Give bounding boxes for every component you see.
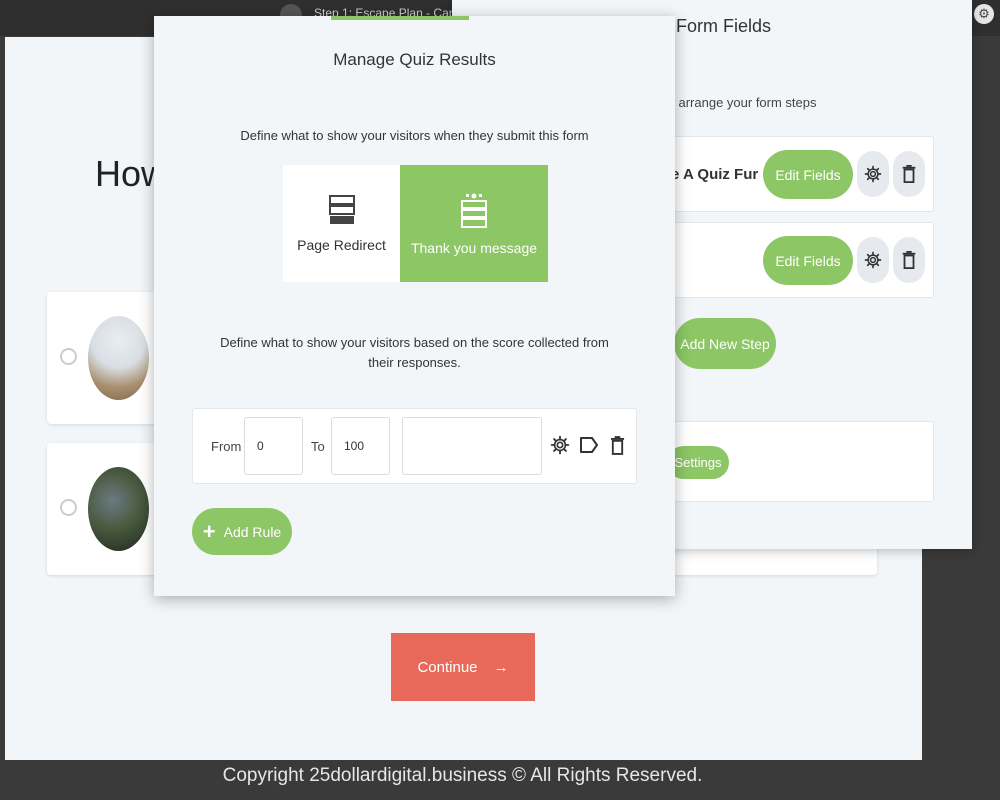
- add-rule-button[interactable]: + Add Rule: [192, 508, 292, 555]
- footer-copyright: Copyright 25dollardigital.business © All…: [222, 765, 703, 786]
- thank-you-label: Thank you message: [410, 239, 538, 256]
- arrow-right-icon: →: [493, 658, 509, 676]
- score-rules-text: Define what to show your visitors based …: [220, 335, 609, 370]
- continue-label: Continue: [417, 658, 478, 676]
- plus-icon: +: [202, 518, 216, 544]
- tag-icon[interactable]: [578, 434, 600, 456]
- score-rule-row: From To: [192, 408, 637, 484]
- option-photo: [88, 316, 149, 400]
- from-score-input[interactable]: [244, 417, 303, 475]
- gear-icon[interactable]: [857, 237, 889, 283]
- modal-title: Manage Quiz Results: [333, 50, 496, 69]
- page-redirect-label: Page Redirect: [297, 236, 386, 253]
- gear-icon[interactable]: ⚙: [974, 4, 994, 24]
- gear-icon[interactable]: [857, 151, 889, 197]
- page-redirect-option[interactable]: Page Redirect: [283, 165, 400, 282]
- define-text: Define what to show your visitors when t…: [240, 128, 589, 143]
- to-label: To: [311, 439, 325, 454]
- trash-icon[interactable]: [606, 434, 628, 456]
- settings-section: Settings: [652, 421, 934, 502]
- trash-icon[interactable]: [893, 237, 925, 283]
- thank-you-message-option[interactable]: Thank you message: [400, 165, 548, 282]
- settings-button[interactable]: Settings: [667, 446, 729, 479]
- edit-fields-button[interactable]: Edit Fields: [763, 236, 853, 285]
- continue-button[interactable]: Continue →: [391, 633, 535, 701]
- edit-fields-button[interactable]: Edit Fields: [763, 150, 853, 199]
- message-layout-icon: [461, 193, 487, 228]
- panel-subtitle: l arrange your form steps: [672, 95, 817, 110]
- gear-icon[interactable]: [549, 434, 571, 456]
- form-step-row: e A Quiz Fur Edit Fields: [652, 136, 934, 212]
- step-name: e A Quiz Fur: [671, 166, 759, 183]
- rule-message-input[interactable]: [402, 417, 542, 475]
- option-photo: [88, 467, 149, 551]
- form-step-row: Edit Fields: [652, 222, 934, 298]
- to-score-input[interactable]: [331, 417, 390, 475]
- panel-title: Form Fields: [676, 16, 772, 36]
- modal-accent-bar: [331, 16, 469, 20]
- add-new-step-button[interactable]: Add New Step: [674, 318, 776, 369]
- manage-quiz-results-modal: Manage Quiz Results Define what to show …: [154, 16, 675, 596]
- page-layout-icon: [328, 194, 355, 224]
- add-rule-label: Add Rule: [223, 523, 282, 540]
- from-label: From: [211, 439, 242, 454]
- trash-icon[interactable]: [893, 151, 925, 197]
- radio-button[interactable]: [60, 499, 77, 516]
- radio-button[interactable]: [60, 348, 77, 365]
